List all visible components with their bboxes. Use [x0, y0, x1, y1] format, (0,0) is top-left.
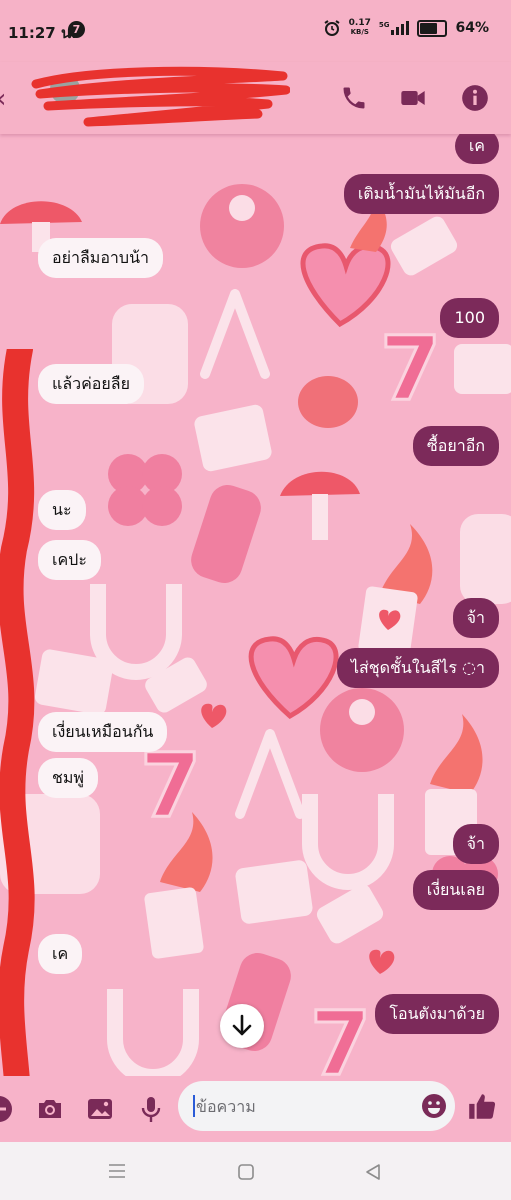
back-arrow-icon[interactable]: ‹	[0, 84, 6, 114]
message-incoming[interactable]: เค	[38, 934, 83, 974]
emoji-icon[interactable]	[421, 1093, 447, 1119]
message-input-placeholder: ข้อความ	[196, 1097, 256, 1116]
net-speed: 0.17 KB/S	[349, 19, 371, 37]
status-time: 11:27 น.	[8, 24, 77, 42]
status-bar: 11:27 น. 7 0.17 KB/S 5G 64%	[0, 0, 511, 62]
text-caret	[193, 1095, 195, 1117]
notification-badge: 7	[68, 21, 85, 38]
message-input[interactable]: ข้อความ	[178, 1081, 455, 1131]
recent-apps-icon[interactable]	[108, 1163, 126, 1179]
battery-percent: 64%	[455, 20, 489, 36]
arrow-down-icon	[232, 1014, 252, 1036]
thumbs-up-icon[interactable]	[466, 1090, 498, 1122]
redaction-scribble	[0, 349, 35, 1076]
message-outgoing[interactable]: ซื้อยาอีก	[412, 426, 499, 466]
message-incoming[interactable]: ชมพู่	[38, 758, 98, 798]
message-composer: ข้อความ	[0, 1076, 511, 1142]
system-nav-bar	[0, 1142, 511, 1200]
camera-icon[interactable]	[35, 1094, 65, 1124]
chat-area[interactable]: 7 7 7 เค เติมน้ำมันไห้มันอีก อย่าลืมอาบน…	[0, 134, 511, 1076]
gallery-icon[interactable]	[85, 1094, 115, 1124]
message-outgoing[interactable]: เงี่ยนเลย	[412, 870, 499, 910]
signal-icon: 5G	[379, 21, 410, 35]
svg-text:7: 7	[380, 317, 441, 420]
net-speed-unit: KB/S	[350, 28, 369, 36]
info-icon[interactable]	[461, 84, 489, 112]
message-outgoing[interactable]: เค	[454, 134, 499, 164]
net-speed-value: 0.17	[348, 18, 371, 28]
microphone-icon[interactable]	[136, 1094, 166, 1124]
chat-header: ‹	[0, 62, 511, 134]
message-outgoing[interactable]: ไส่ชุดชั้นในสีไร ◌า	[336, 648, 499, 688]
back-icon[interactable]	[364, 1163, 382, 1181]
alarm-icon	[324, 20, 340, 36]
message-incoming[interactable]: เคปะ	[38, 540, 101, 580]
svg-text:7: 7	[310, 992, 371, 1076]
phone-icon[interactable]	[340, 84, 368, 112]
message-incoming[interactable]: นะ	[38, 490, 86, 530]
message-outgoing[interactable]: โอนตังมาด้วย	[375, 994, 499, 1034]
message-incoming[interactable]: อย่าลืมอาบน้า	[38, 238, 163, 278]
scroll-to-bottom-button[interactable]	[220, 1004, 264, 1048]
network-type: 5G	[378, 21, 390, 29]
message-outgoing[interactable]: เติมน้ำมันไห้มันอีก	[343, 174, 499, 214]
battery-icon	[417, 19, 448, 37]
message-outgoing[interactable]: จ้า	[452, 824, 499, 864]
message-outgoing[interactable]: จ้า	[452, 598, 499, 638]
redaction-scribble	[31, 66, 290, 127]
home-icon[interactable]	[237, 1163, 255, 1181]
message-incoming[interactable]: เงี่ยนเหมือนกัน	[38, 712, 168, 752]
video-camera-icon[interactable]	[399, 84, 427, 112]
message-incoming[interactable]: แล้วค่อยลืย	[38, 364, 144, 404]
minus-icon[interactable]	[0, 1094, 14, 1124]
message-outgoing[interactable]: 100	[440, 298, 499, 338]
